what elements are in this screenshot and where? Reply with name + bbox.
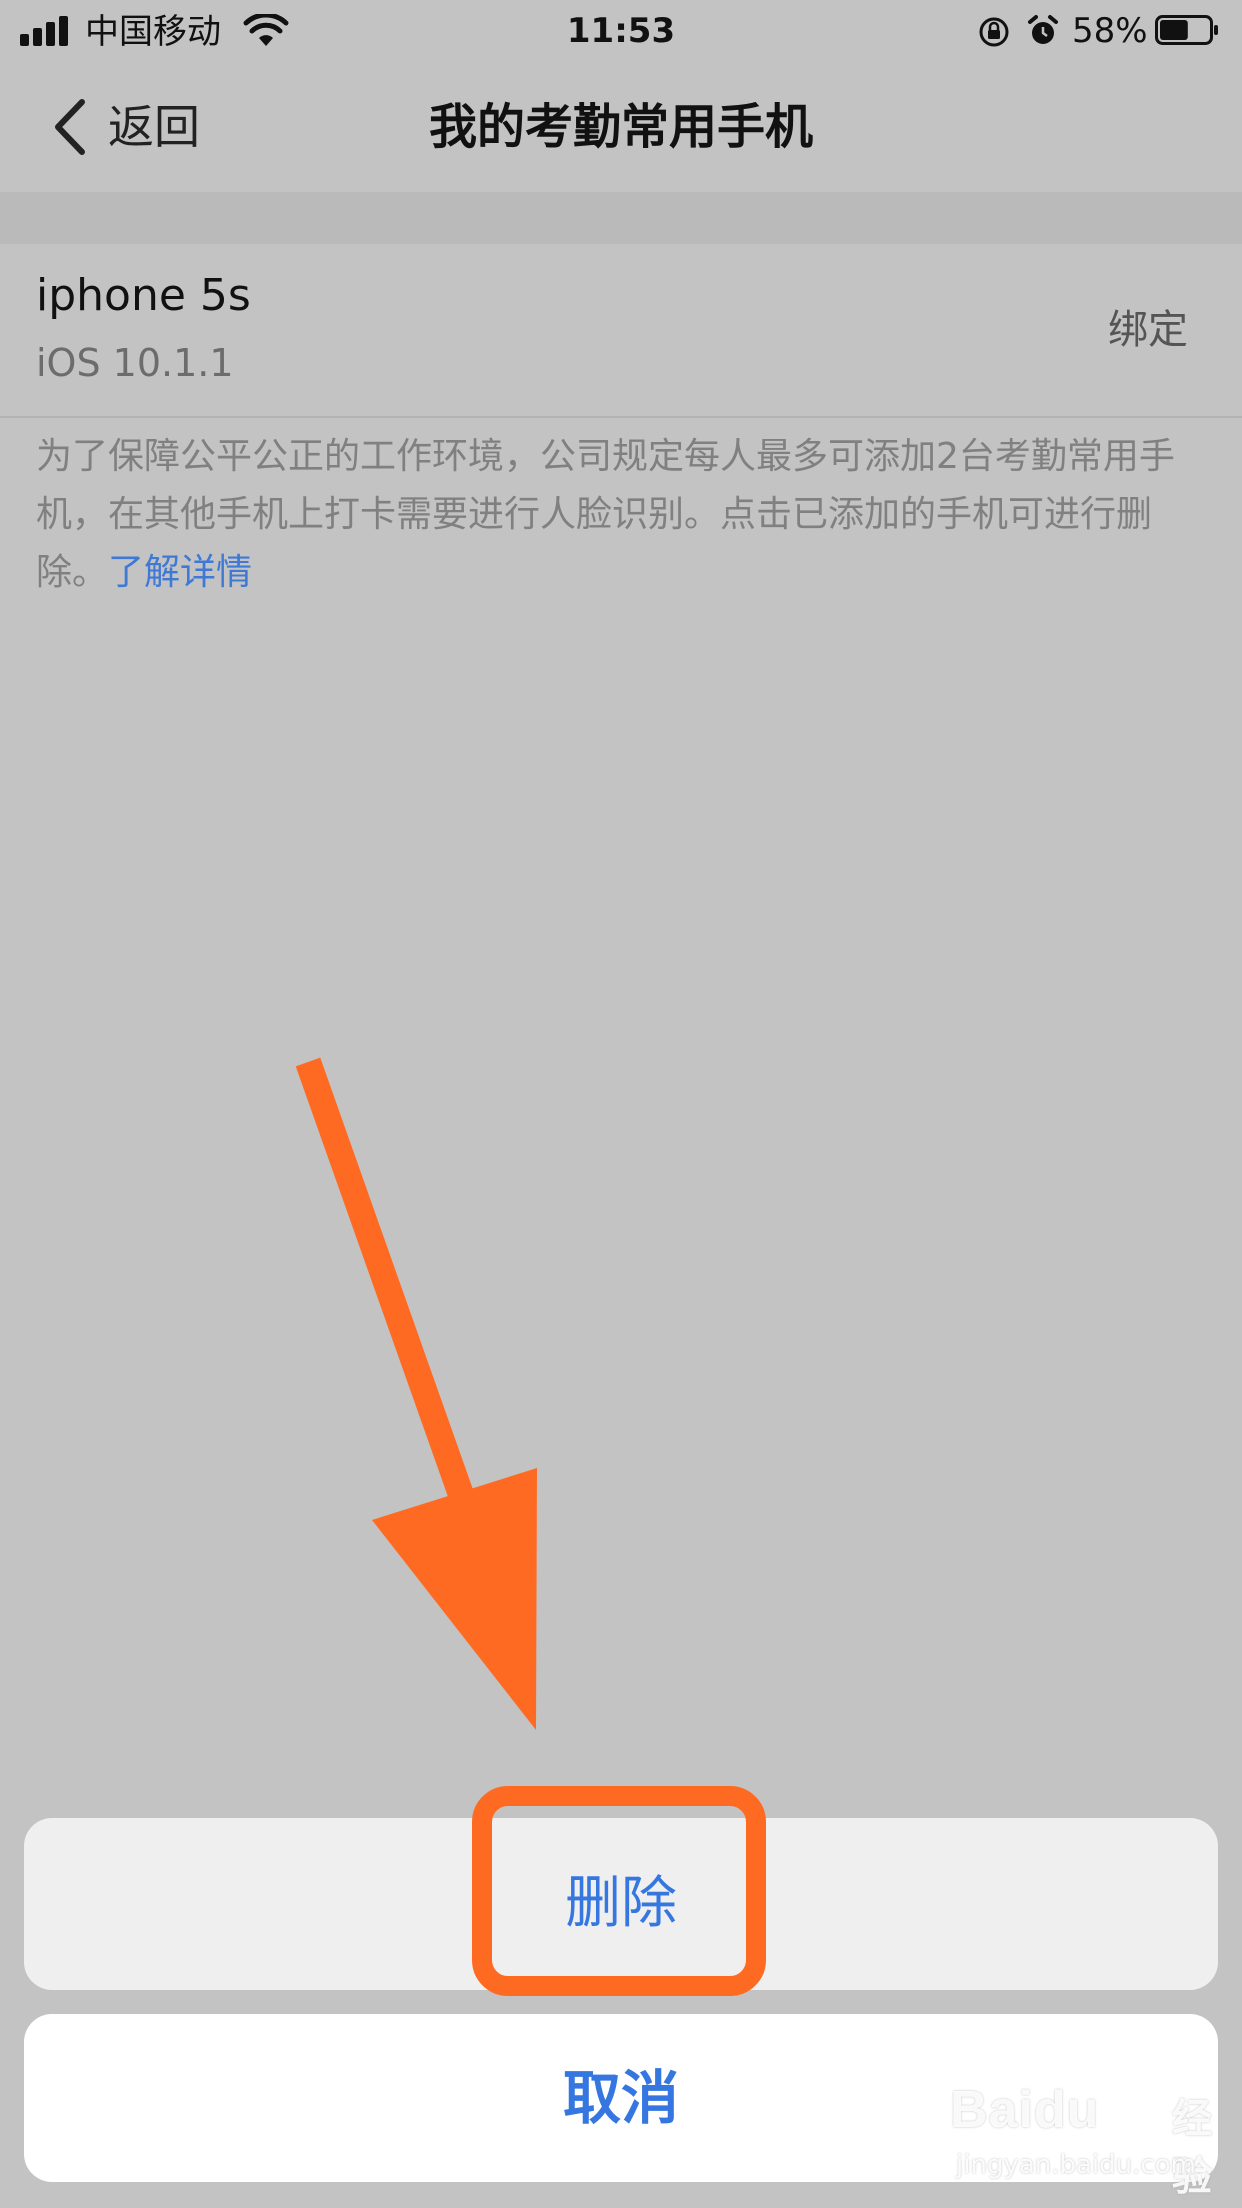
watermark-url: jingyan.baidu.com: [956, 2150, 1196, 2180]
watermark: Baidu 经验 jingyan.baidu.com: [950, 2080, 1220, 2200]
device-name: iphone 5s: [36, 270, 251, 321]
battery-icon: [1155, 15, 1218, 45]
notice-text: 为了保障公平公正的工作环境，公司规定每人最多可添加2台考勤常用手机，在其他手机上…: [36, 428, 1216, 602]
bind-status-label: 绑定: [1108, 307, 1188, 353]
annotation-highlight-box: [472, 1786, 766, 1996]
screen: 中国移动 11:53 58% 返回 我的考勤常用手机 iphone 5s iOS…: [0, 0, 1242, 2208]
navigation-bar: 返回 我的考勤常用手机: [0, 64, 1242, 192]
watermark-logo: Baidu: [950, 2081, 1100, 2139]
battery-percent: 58%: [1072, 11, 1148, 51]
device-os-version: iOS 10.1.1: [36, 341, 234, 385]
section-separator: [0, 192, 1242, 244]
learn-more-link[interactable]: 了解详情: [108, 552, 252, 593]
watermark-sub: 经验: [1172, 2096, 1212, 2200]
alarm-icon: [1028, 15, 1058, 44]
page-title: 我的考勤常用手机: [428, 99, 813, 155]
device-list-item[interactable]: iphone 5s iOS 10.1.1 绑定: [0, 244, 1242, 418]
orientation-lock-icon: [979, 17, 1009, 47]
status-bar: 中国移动 11:53 58%: [0, 0, 1242, 64]
